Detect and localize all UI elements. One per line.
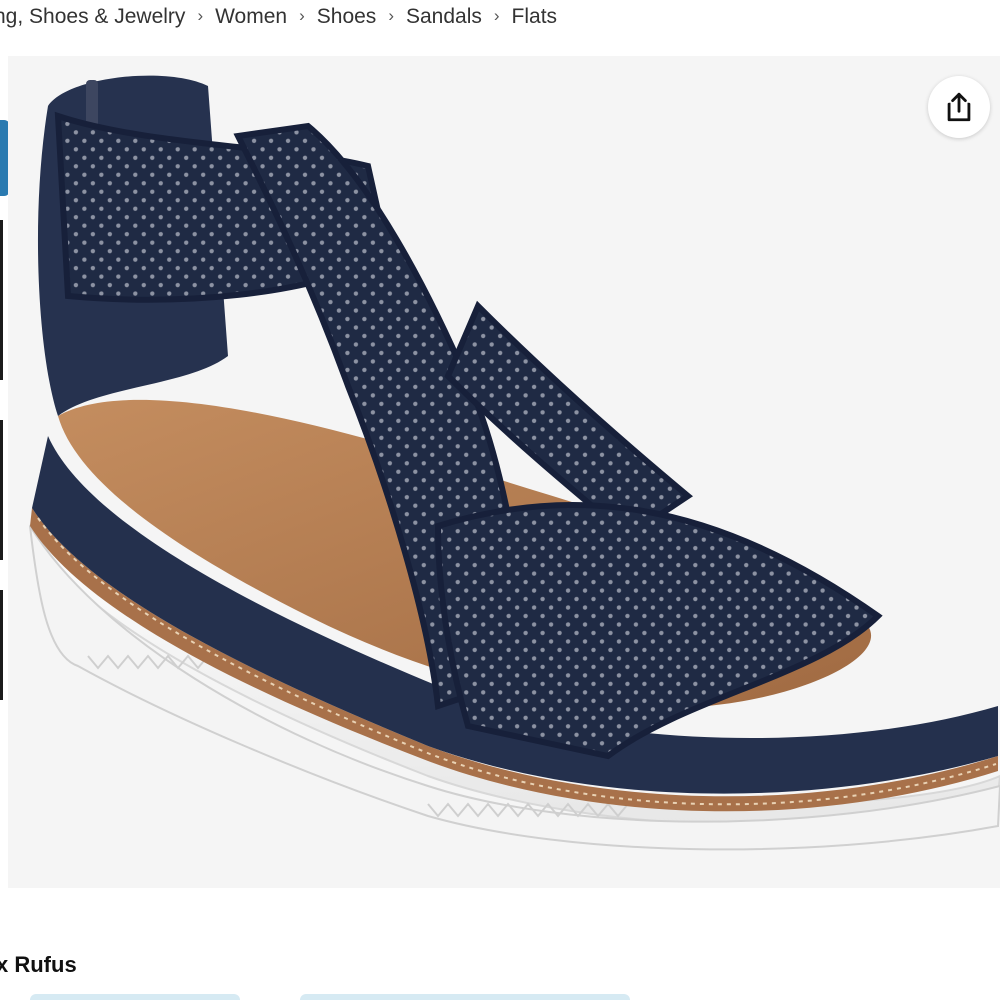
breadcrumb-separator: ›	[299, 6, 305, 25]
breadcrumb-item-shoes[interactable]: Shoes	[317, 5, 377, 29]
bottom-chip[interactable]	[30, 994, 240, 1000]
thumbnail-edge[interactable]	[0, 220, 3, 380]
brand-name[interactable]: x Rufus	[0, 952, 77, 978]
thumbnail-edge[interactable]	[0, 590, 3, 700]
bottom-chip[interactable]	[300, 994, 630, 1000]
breadcrumb-item-women[interactable]: Women	[215, 5, 287, 29]
breadcrumb-item-category[interactable]: ng, Shoes & Jewelry	[0, 5, 185, 29]
breadcrumb-separator: ›	[493, 6, 500, 25]
breadcrumb-separator: ›	[197, 6, 204, 25]
breadcrumb-separator: ›	[388, 6, 394, 25]
share-button[interactable]	[928, 76, 990, 138]
thumbnail-strip	[0, 120, 10, 740]
product-image[interactable]	[8, 56, 1000, 888]
product-image-panel[interactable]	[8, 56, 1000, 888]
breadcrumb: ng, Shoes & Jewelry › Women › Shoes › Sa…	[0, 2, 557, 32]
product-page: ng, Shoes & Jewelry › Women › Shoes › Sa…	[0, 0, 1000, 1000]
breadcrumb-item-flats[interactable]: Flats	[512, 5, 558, 29]
thumbnail-edge[interactable]	[0, 420, 3, 560]
breadcrumb-item-sandals[interactable]: Sandals	[406, 5, 482, 29]
share-icon	[947, 92, 971, 122]
